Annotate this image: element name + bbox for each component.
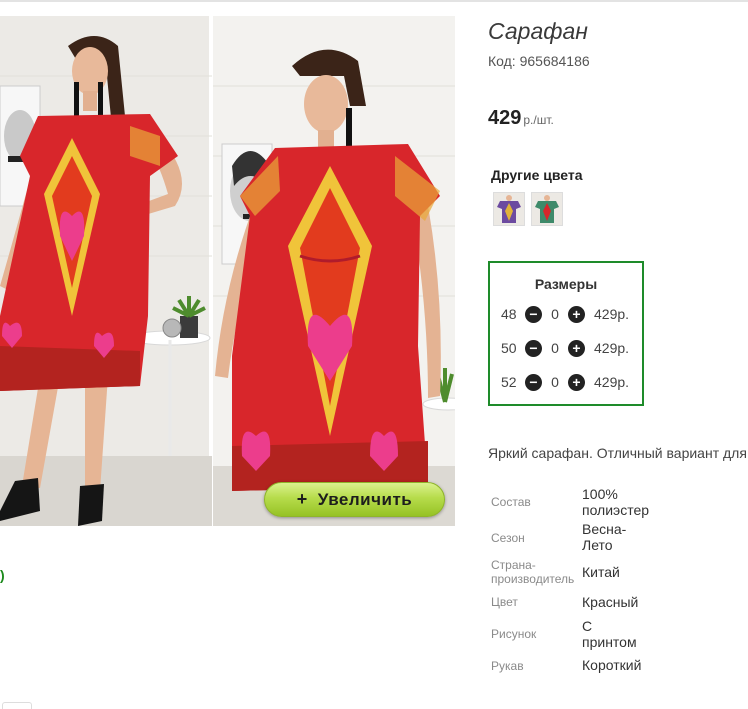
price-unit: р./шт. <box>523 113 554 127</box>
partial-green-text: ) <box>0 567 5 583</box>
plus-icon[interactable]: + <box>568 339 585 357</box>
minus-icon[interactable]: − <box>525 373 542 391</box>
product-code: Код: 965684186 <box>488 53 590 69</box>
spec-label: Рисунок <box>491 627 537 641</box>
zoom-button-label: Увеличить <box>317 489 413 509</box>
product-photo-illustration <box>0 16 455 526</box>
size-label: 50 <box>501 340 517 356</box>
spec-label: Страна-производитель <box>491 558 575 586</box>
size-label: 48 <box>501 306 517 322</box>
product-description: Яркий сарафан. Отличный вариант для <box>488 445 747 461</box>
zoom-button[interactable]: + Увеличить <box>264 482 445 517</box>
spec-label: Сезон <box>491 531 525 545</box>
plus-icon[interactable]: + <box>568 305 585 323</box>
sizes-panel: Размеры 48 − 0 + 429р. 50 − 0 + 429р. 52… <box>488 261 644 406</box>
size-price: 429р. <box>594 306 630 322</box>
spec-label: Состав <box>491 495 531 509</box>
size-row: 52 − 0 + 429р. <box>501 372 629 392</box>
spec-label: Рукав <box>491 659 524 673</box>
spec-value: 100% полиэстер <box>582 486 650 518</box>
spec-value: Весна- Лето <box>582 521 627 553</box>
quantity-value[interactable]: 0 <box>542 374 568 390</box>
other-colors-title: Другие цвета <box>491 167 583 183</box>
spec-value: Красный <box>582 594 639 610</box>
size-row: 48 − 0 + 429р. <box>501 304 629 324</box>
product-price: 429 р./шт. <box>488 107 554 130</box>
spec-value: Спринтом <box>582 618 637 650</box>
spec-value: Короткий <box>582 657 642 673</box>
price-value: 429 <box>488 107 522 129</box>
color-swatches <box>493 192 563 226</box>
partial-control <box>2 702 32 709</box>
spec-label: Цвет <box>491 595 518 609</box>
sizes-title: Размеры <box>534 276 598 292</box>
spec-value: Китай <box>582 564 620 580</box>
minus-icon[interactable]: − <box>525 305 542 323</box>
product-photo[interactable] <box>0 16 455 526</box>
quantity-value[interactable]: 0 <box>542 306 568 322</box>
top-divider <box>0 0 748 2</box>
size-price: 429р. <box>594 374 630 390</box>
size-price: 429р. <box>594 340 630 356</box>
product-title: Сарафан <box>488 18 588 44</box>
size-row: 50 − 0 + 429р. <box>501 338 629 358</box>
minus-icon[interactable]: − <box>525 339 542 357</box>
quantity-value[interactable]: 0 <box>542 340 568 356</box>
color-swatch-1[interactable] <box>493 192 525 226</box>
size-label: 52 <box>501 374 517 390</box>
color-swatch-2[interactable] <box>531 192 563 226</box>
plus-icon: + <box>296 489 308 509</box>
plus-icon[interactable]: + <box>568 373 585 391</box>
